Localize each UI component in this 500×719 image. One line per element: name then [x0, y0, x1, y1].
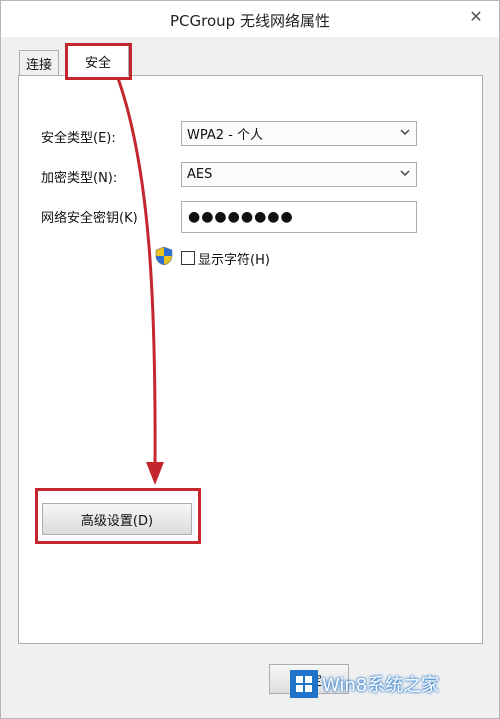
close-icon: ✕ — [469, 6, 483, 26]
security-tab-highlight — [65, 43, 132, 80]
security-panel: 安全类型(E): WPA2 - 个人 加密类型(N): AES 网络安全密钥(K… — [18, 75, 483, 644]
network-key-label: 网络安全密钥(K) — [41, 211, 138, 226]
title-bar: PCGroup 无线网络属性 ✕ — [1, 1, 499, 37]
close-button[interactable]: ✕ — [463, 5, 489, 27]
tab-connection[interactable]: 连接 — [19, 50, 59, 76]
security-type-select[interactable]: WPA2 - 个人 — [181, 121, 417, 146]
encryption-type-select[interactable]: AES — [181, 162, 417, 187]
chevron-down-icon — [400, 129, 410, 136]
properties-dialog: PCGroup 无线网络属性 ✕ 连接 安全 安全类型(E): WPA2 - 个… — [0, 0, 500, 719]
windows-logo-icon — [290, 670, 318, 698]
advanced-button-highlight — [35, 488, 201, 544]
security-type-label: 安全类型(E): — [41, 131, 116, 146]
tab-connection-label: 连接 — [25, 58, 52, 73]
window-title: PCGroup 无线网络属性 — [170, 12, 330, 30]
chevron-down-icon — [400, 170, 410, 177]
network-key-value: ●●●●●●●● — [188, 209, 294, 225]
network-key-input[interactable]: ●●●●●●●● — [181, 201, 417, 233]
encryption-type-value: AES — [187, 167, 213, 182]
uac-shield-icon — [155, 246, 173, 266]
encryption-type-label: 加密类型(N): — [41, 171, 118, 186]
security-type-value: WPA2 - 个人 — [187, 128, 263, 143]
show-characters-checkbox[interactable] — [181, 251, 195, 265]
watermark: Win8系统之家 — [290, 667, 480, 701]
watermark-text: Win8系统之家 — [322, 675, 440, 696]
show-characters-label: 显示字符(H) — [198, 253, 270, 268]
